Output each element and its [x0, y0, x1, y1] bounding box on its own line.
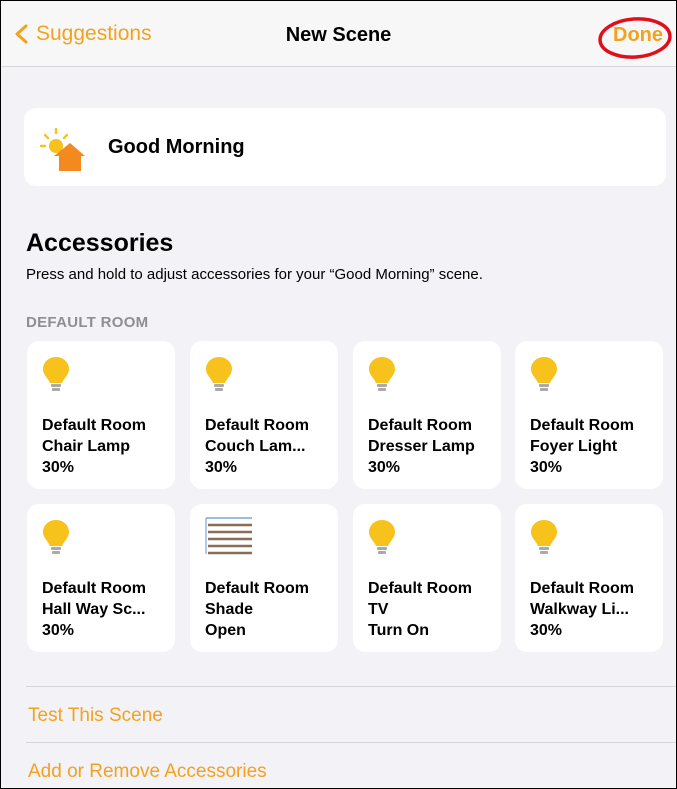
bulb-icon: [531, 357, 557, 391]
accessory-tile-tv[interactable]: Default Room TV Turn On: [353, 504, 501, 652]
tile-room: Default Room: [368, 417, 472, 434]
tile-room: Default Room: [205, 580, 309, 597]
scene-name: Good Morning: [108, 136, 245, 158]
bulb-icon: [369, 357, 395, 391]
tile-state: 30%: [530, 622, 563, 639]
tile-name: Walkway Li...: [530, 601, 629, 618]
scene-name-card[interactable]: Good Morning: [24, 108, 666, 186]
tile-name: Hall Way Sc...: [42, 601, 146, 618]
tile-name: Dresser Lamp: [368, 438, 475, 455]
tile-state: 30%: [42, 622, 75, 639]
divider: [26, 742, 677, 743]
bulb-icon: [206, 357, 232, 391]
tile-name: Shade: [205, 601, 254, 618]
bulb-icon: [43, 520, 69, 554]
accessory-tile-shade[interactable]: Default Room Shade Open: [190, 504, 338, 652]
accessory-tile-chair-lamp[interactable]: Default Room Chair Lamp 30%: [27, 341, 175, 489]
accessory-tile-hall-way[interactable]: Default Room Hall Way Sc... 30%: [27, 504, 175, 652]
tile-name: Chair Lamp: [42, 438, 131, 455]
accessories-instructions: Press and hold to adjust accessories for…: [26, 266, 483, 283]
tile-state: 30%: [205, 459, 238, 476]
add-remove-accessories-button[interactable]: Add or Remove Accessories: [28, 761, 267, 783]
accessory-tile-foyer-light[interactable]: Default Room Foyer Light 30%: [515, 341, 663, 489]
tile-state: 30%: [42, 459, 75, 476]
tile-room: Default Room: [42, 417, 146, 434]
bulb-icon: [43, 357, 69, 391]
accessories-heading: Accessories: [26, 229, 174, 257]
tile-state: 30%: [530, 459, 563, 476]
tile-state: Turn On: [368, 622, 430, 639]
bulb-icon: [531, 520, 557, 554]
tile-room: Default Room: [530, 417, 634, 434]
tile-name: Foyer Light: [530, 438, 618, 455]
divider: [26, 686, 677, 687]
shade-icon: [205, 517, 252, 555]
tile-name: Couch Lam...: [205, 438, 306, 455]
tile-name: TV: [368, 601, 389, 618]
tile-room: Default Room: [42, 580, 146, 597]
tile-state: 30%: [368, 459, 401, 476]
test-scene-button[interactable]: Test This Scene: [28, 705, 163, 727]
tile-room: Default Room: [530, 580, 634, 597]
bulb-icon: [369, 520, 395, 554]
room-section-label: DEFAULT ROOM: [26, 314, 149, 331]
tile-room: Default Room: [205, 417, 309, 434]
done-button[interactable]: Done: [613, 24, 663, 47]
accessory-tile-couch-lamp[interactable]: Default Room Couch Lam... 30%: [190, 341, 338, 489]
sun-house-icon: [40, 127, 85, 171]
accessory-tile-walkway-light[interactable]: Default Room Walkway Li... 30%: [515, 504, 663, 652]
navigation-bar: Suggestions New Scene Done: [0, 0, 677, 67]
tile-room: Default Room: [368, 580, 472, 597]
page-title: New Scene: [285, 24, 392, 46]
accessory-tile-dresser-lamp[interactable]: Default Room Dresser Lamp 30%: [353, 341, 501, 489]
tile-state: Open: [205, 622, 246, 639]
